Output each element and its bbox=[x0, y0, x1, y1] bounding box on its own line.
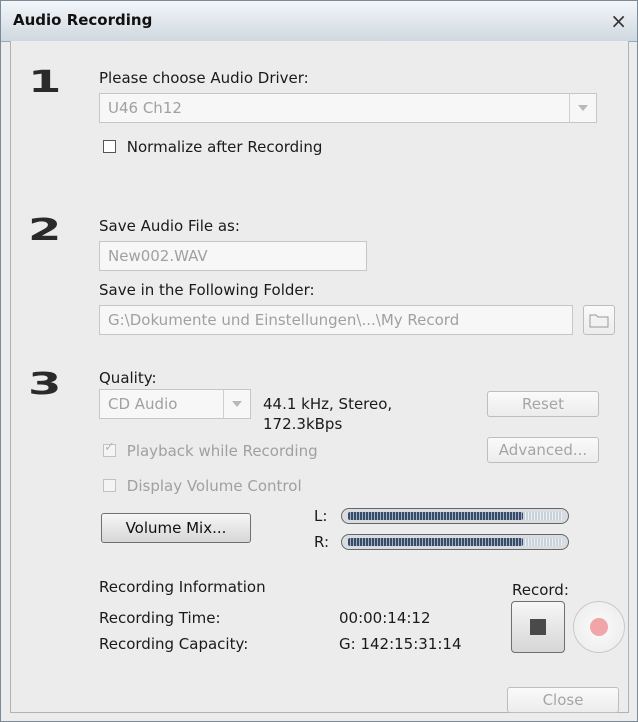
playback-checkbox[interactable]: ✓ bbox=[103, 440, 116, 457]
quality-info-line1: 44.1 kHz, Stereo, bbox=[263, 395, 393, 413]
record-button[interactable] bbox=[573, 601, 625, 653]
display-volume-label: Display Volume Control bbox=[126, 476, 302, 495]
quality-select[interactable]: CD Audio bbox=[99, 389, 251, 419]
recording-capacity-value: G: 142:15:31:14 bbox=[339, 635, 462, 653]
meter-left-rest bbox=[523, 512, 562, 520]
record-icon bbox=[590, 618, 608, 636]
normalize-option[interactable]: Normalize after Recording bbox=[103, 137, 322, 156]
driver-label: Please choose Audio Driver: bbox=[99, 69, 309, 87]
quality-label: Quality: bbox=[99, 369, 157, 387]
title-bar[interactable]: Audio Recording × bbox=[1, 1, 637, 42]
chevron-down-icon[interactable] bbox=[569, 94, 596, 122]
step-1-number: 1 bbox=[28, 65, 62, 100]
volume-mix-button[interactable]: Volume Mix... bbox=[101, 513, 251, 543]
folder-icon bbox=[589, 314, 609, 328]
stop-icon bbox=[530, 619, 546, 635]
recording-time-value: 00:00:14:12 bbox=[339, 609, 431, 627]
playback-label: Playback while Recording bbox=[126, 441, 318, 460]
recording-time-label: Recording Time: bbox=[99, 609, 221, 627]
driver-select[interactable]: U46 Ch12 bbox=[99, 93, 597, 123]
dialog-body: 1 Please choose Audio Driver: U46 Ch12 N… bbox=[10, 41, 629, 713]
audio-recording-dialog: Audio Recording × 1 Please choose Audio … bbox=[0, 0, 638, 722]
meter-left-fill bbox=[348, 512, 523, 520]
file-name-input[interactable]: New002.WAV bbox=[99, 241, 367, 271]
normalize-label: Normalize after Recording bbox=[126, 137, 323, 156]
meter-right bbox=[341, 534, 569, 550]
recording-capacity-label: Recording Capacity: bbox=[99, 635, 249, 653]
display-volume-checkbox[interactable] bbox=[103, 479, 116, 492]
stop-button[interactable] bbox=[511, 601, 565, 653]
advanced-button[interactable]: Advanced... bbox=[487, 437, 599, 463]
chevron-down-icon[interactable] bbox=[223, 390, 250, 418]
record-label: Record: bbox=[512, 581, 569, 599]
driver-value: U46 Ch12 bbox=[108, 99, 182, 117]
normalize-checkbox[interactable] bbox=[103, 140, 116, 153]
recording-info-heading: Recording Information bbox=[99, 578, 266, 596]
quality-info-line2: 172.3kBps bbox=[263, 415, 343, 433]
meter-right-fill bbox=[348, 538, 523, 546]
meter-left-label: L: bbox=[314, 507, 328, 525]
reset-button[interactable]: Reset bbox=[487, 391, 599, 417]
close-icon[interactable]: × bbox=[610, 9, 627, 33]
meter-right-rest bbox=[523, 538, 562, 546]
step-3-number: 3 bbox=[28, 367, 62, 402]
dialog-title: Audio Recording bbox=[13, 11, 153, 29]
folder-label: Save in the Following Folder: bbox=[99, 281, 315, 299]
meter-right-label: R: bbox=[314, 533, 330, 551]
checkmark-icon: ✓ bbox=[104, 440, 115, 455]
close-button[interactable]: Close bbox=[507, 687, 619, 713]
quality-value: CD Audio bbox=[108, 395, 178, 413]
folder-path-input[interactable]: G:\Dokumente und Einstellungen\...\My Re… bbox=[99, 305, 573, 335]
display-volume-option[interactable]: Display Volume Control bbox=[103, 476, 302, 495]
save-as-label: Save Audio File as: bbox=[99, 217, 240, 235]
meter-left bbox=[341, 508, 569, 524]
browse-folder-button[interactable] bbox=[583, 305, 615, 335]
step-2-number: 2 bbox=[28, 213, 62, 248]
playback-option[interactable]: ✓ Playback while Recording bbox=[103, 440, 318, 460]
